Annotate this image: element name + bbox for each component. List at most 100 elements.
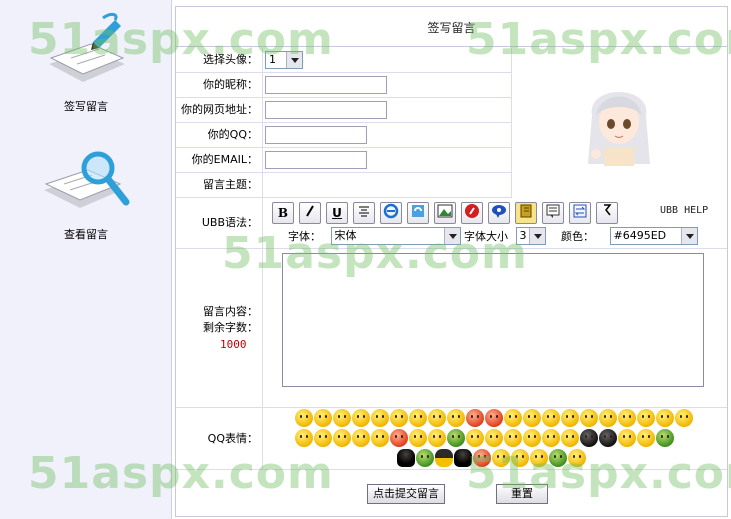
star-emoji-icon[interactable] <box>568 449 586 467</box>
grin-emoji-icon[interactable] <box>333 409 351 427</box>
penguin-sit-emoji-icon[interactable] <box>435 449 453 467</box>
submit-button[interactable]: 点击提交留言 <box>367 484 445 504</box>
font-size-select[interactable]: 3 <box>515 227 546 245</box>
qq-input[interactable] <box>265 126 367 144</box>
yawn-emoji-icon[interactable] <box>504 429 522 447</box>
kiss-emoji-icon[interactable] <box>637 429 655 447</box>
color-select[interactable]: #6495ED <box>609 227 698 245</box>
skull-emoji-icon[interactable] <box>599 429 617 447</box>
ubb-help-link[interactable]: UBB HELP <box>660 205 708 216</box>
penguin-wave-emoji-icon[interactable] <box>454 449 472 467</box>
image-button[interactable] <box>434 202 456 224</box>
drool-emoji-icon[interactable] <box>523 429 541 447</box>
wave-emoji-icon[interactable] <box>295 429 313 447</box>
sigh-emoji-icon[interactable] <box>561 429 579 447</box>
nickname-label: 你的昵称： <box>176 73 263 97</box>
angry-emoji-icon[interactable] <box>466 409 484 427</box>
center-button[interactable] <box>353 202 375 224</box>
reset-button[interactable]: 重置 <box>496 484 548 504</box>
teeth-emoji-icon[interactable] <box>542 409 560 427</box>
shush-emoji-icon[interactable] <box>371 429 389 447</box>
pen-paper-icon <box>49 12 125 82</box>
sidebar-item-label: 查看留言 <box>64 228 108 241</box>
color-select-value: #6495ED <box>613 229 667 242</box>
evil-emoji-icon[interactable] <box>599 409 617 427</box>
code-button[interactable] <box>515 202 537 224</box>
smile-emoji-icon[interactable] <box>295 409 313 427</box>
oops-emoji-icon[interactable] <box>656 409 674 427</box>
scream-emoji-icon[interactable] <box>485 429 503 447</box>
bomb-emoji-icon[interactable] <box>580 429 598 447</box>
hammer-emoji-icon[interactable] <box>618 429 636 447</box>
bee-emoji-icon[interactable] <box>656 429 674 447</box>
wrap-button[interactable] <box>596 202 618 224</box>
mad-emoji-icon[interactable] <box>485 409 503 427</box>
homepage-input[interactable] <box>265 101 387 119</box>
nerd-emoji-icon[interactable] <box>428 429 446 447</box>
dog-emoji-icon[interactable] <box>530 449 548 467</box>
swap-icon <box>573 204 587 218</box>
sidebar-item-view[interactable]: 查看留言 <box>0 150 172 242</box>
bold-button[interactable]: B <box>272 202 294 224</box>
replace-button[interactable] <box>569 202 591 224</box>
think-emoji-icon[interactable] <box>618 409 636 427</box>
question-emoji-icon[interactable] <box>333 429 351 447</box>
sleepy-emoji-icon[interactable] <box>428 409 446 427</box>
happy-emoji-icon[interactable] <box>675 409 693 427</box>
surprise-emoji-icon[interactable] <box>561 409 579 427</box>
avatar-preview <box>511 48 727 198</box>
quote-button[interactable] <box>542 202 564 224</box>
smirk-emoji-icon[interactable] <box>409 429 427 447</box>
sidebar-item-write[interactable]: 签写留言 <box>0 12 172 114</box>
italic-button[interactable] <box>299 202 321 224</box>
love-emoji-icon[interactable] <box>314 409 332 427</box>
dizzy-emoji-icon[interactable] <box>352 429 370 447</box>
chick-emoji-icon[interactable] <box>466 429 484 447</box>
faint-emoji-icon[interactable] <box>542 429 560 447</box>
frog-emoji-icon[interactable] <box>447 429 465 447</box>
wink-emoji-icon[interactable] <box>371 409 389 427</box>
subject-row: 留言主题： <box>176 173 511 198</box>
chevron-down-icon <box>286 52 302 68</box>
tongue-emoji-icon[interactable] <box>504 409 522 427</box>
subject-input[interactable] <box>265 176 509 194</box>
emoticons-row: QQ表情： <box>176 408 727 470</box>
sidebar-item-label: 签写留言 <box>64 100 108 113</box>
cool-emoji-icon[interactable] <box>352 409 370 427</box>
action-row: 点击提交留言 重置 <box>176 470 727 516</box>
font-select[interactable]: 宋体 <box>330 227 461 245</box>
pig-emoji-icon[interactable] <box>390 429 408 447</box>
underline-button[interactable]: U <box>326 202 348 224</box>
sad-emoji-icon[interactable] <box>580 409 598 427</box>
shy-emoji-icon[interactable] <box>447 409 465 427</box>
chevron-down-icon <box>680 228 697 244</box>
nickname-input[interactable] <box>265 76 387 94</box>
picture-icon <box>437 204 453 218</box>
nickname-row: 你的昵称： <box>176 73 511 98</box>
avatar-row: 选择头像： 1 <box>176 48 511 73</box>
laugh-emoji-icon[interactable] <box>523 409 541 427</box>
content-label: 留言内容： <box>203 305 258 318</box>
frog-dance-emoji-icon[interactable] <box>416 449 434 467</box>
homepage-row: 你的网页地址： <box>176 98 511 123</box>
cry-emoji-icon[interactable] <box>390 409 408 427</box>
cat-emoji-icon[interactable] <box>511 449 529 467</box>
content-textarea[interactable] <box>282 253 704 387</box>
blush-emoji-icon[interactable] <box>409 409 427 427</box>
email-link-button[interactable] <box>407 202 429 224</box>
flower-emoji-icon[interactable] <box>549 449 567 467</box>
flash-button[interactable] <box>461 202 483 224</box>
media-button[interactable] <box>488 202 510 224</box>
penguin-red-emoji-icon[interactable] <box>473 449 491 467</box>
avatar-image <box>588 92 650 166</box>
subject-label: 留言主题： <box>176 173 263 197</box>
avatar-select[interactable]: 1 <box>265 51 303 69</box>
guestbook-form: 签写留言 选择头像： 1 你的昵称： 你的网页地址： 你的QQ： 你的EMAIL… <box>175 6 728 517</box>
shock-emoji-icon[interactable] <box>314 429 332 447</box>
pig-face-emoji-icon[interactable] <box>492 449 510 467</box>
url-button[interactable] <box>380 202 402 224</box>
sweat-emoji-icon[interactable] <box>637 409 655 427</box>
penguin-emoji-icon[interactable] <box>397 449 415 467</box>
ubb-row: UBB语法： BU UBB HELP 字体： 宋体 字体大小 3 颜色： #64… <box>176 198 727 249</box>
email-input[interactable] <box>265 151 367 169</box>
